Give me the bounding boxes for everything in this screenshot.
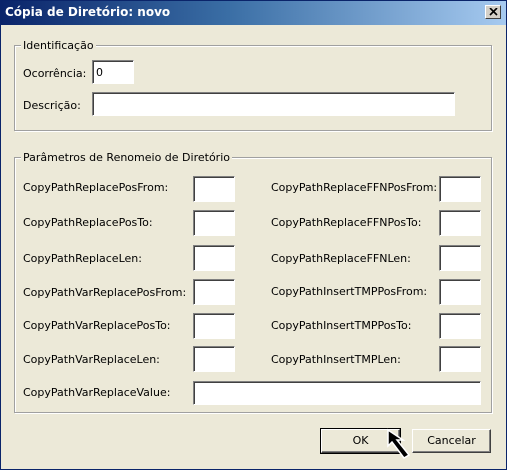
replace-value-field[interactable]: [193, 381, 481, 405]
param-label: CopyPathReplaceFFNLen:: [271, 252, 411, 265]
ocorrencia-field[interactable]: [92, 60, 134, 84]
param-label: CopyPathVarReplaceLen:: [23, 353, 160, 366]
param-label: CopyPathVarReplacePosFrom:: [23, 286, 187, 299]
param-field[interactable]: [193, 210, 235, 236]
close-button[interactable]: [485, 5, 501, 19]
cancel-button[interactable]: Cancelar: [412, 429, 491, 453]
param-label: CopyPathReplaceFFNPosTo:: [271, 216, 422, 229]
param-label: CopyPathVarReplacePosTo:: [23, 319, 171, 332]
close-icon: [489, 8, 498, 16]
param-label: CopyPathInsertTMPLen:: [271, 353, 401, 366]
param-field[interactable]: [193, 313, 235, 339]
param-field[interactable]: [193, 176, 235, 202]
param-field[interactable]: [439, 279, 481, 305]
param-label: CopyPathInsertTMPPosFrom:: [271, 285, 428, 298]
param-field[interactable]: [193, 346, 235, 372]
dialog-window: Cópia de Diretório: novo Identificação O…: [0, 0, 507, 470]
mouse-pointer-icon: [387, 428, 411, 459]
identificacao-group: Identificação: [14, 39, 492, 131]
param-field[interactable]: [193, 279, 235, 305]
parametros-legend: Parâmetros de Renomeio de Diretório: [21, 151, 232, 164]
param-label: CopyPathReplaceFFNPosFrom:: [271, 181, 438, 194]
param-label: CopyPathReplaceLen:: [23, 252, 142, 265]
param-field[interactable]: [439, 210, 481, 236]
param-field[interactable]: [439, 245, 481, 271]
param-label: CopyPathReplacePosTo:: [23, 216, 153, 229]
param-label: CopyPathReplacePosFrom:: [23, 181, 169, 194]
ocorrencia-label: Ocorrência:: [23, 67, 87, 80]
param-label: CopyPathInsertTMPPosTo:: [271, 319, 412, 332]
param-field[interactable]: [439, 176, 481, 202]
descricao-label: Descrição:: [23, 99, 81, 112]
param-field[interactable]: [439, 313, 481, 339]
window-title: Cópia de Diretório: novo: [5, 5, 171, 19]
param-field[interactable]: [439, 346, 481, 372]
replace-value-label: CopyPathVarReplaceValue:: [23, 386, 171, 399]
descricao-field[interactable]: [92, 92, 455, 116]
identificacao-legend: Identificação: [21, 39, 96, 52]
param-field[interactable]: [193, 245, 235, 271]
title-bar[interactable]: Cópia de Diretório: novo: [1, 1, 506, 25]
